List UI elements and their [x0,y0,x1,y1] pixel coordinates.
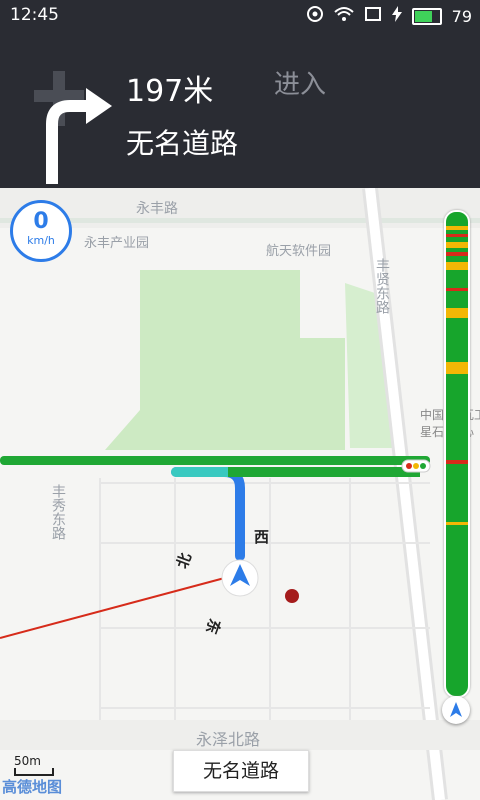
map-canvas [0,188,480,800]
map-scale: 50m [14,754,54,776]
traffic-segment [446,522,468,525]
sim-card-icon [364,6,382,26]
action-label: 进入 [274,70,327,100]
charging-icon [391,6,402,26]
battery-icon [411,7,442,25]
status-bar: 12:45 79 [0,0,480,30]
traffic-segment [446,308,468,318]
navigation-map[interactable]: 永丰路 永丰产业园 航天软件园 丰贤东路 丰秀东路 永泽北路 中国 星石 瓦工 … [0,188,480,800]
poi-label-yongfeng-park: 永丰产业园 [84,236,150,251]
scale-label: 50m [14,754,41,768]
traffic-segment [446,362,468,374]
guidance-panel: 197米 进入 无名道路 [0,30,480,188]
location-icon [306,5,324,27]
traffic-segment [446,226,468,230]
road-label-fengxian: 丰贤东路 [374,258,390,314]
wifi-icon [333,6,354,26]
poi-label-aerospace: 航天软件园 [266,244,332,259]
current-road-button[interactable]: 无名道路 [173,750,309,792]
status-time: 12:45 [10,5,59,25]
battery-level: 79 [451,6,472,26]
road-label-yongze: 永泽北路 [196,730,261,749]
traffic-segment [446,460,468,464]
turn-right-arrow-icon [14,56,118,186]
traffic-progress-bar [444,210,470,698]
road-label-yongfeng: 永丰路 [136,201,178,217]
traffic-segment [446,288,468,291]
traffic-segment [446,262,468,270]
next-road-name: 无名道路 [126,127,239,160]
traffic-segment [446,234,468,237]
compass-west-label: 西 [254,528,270,546]
poi-label-china: 中国 星石 [420,408,445,439]
road-label-fengxiu: 丰秀东路 [50,484,66,540]
traffic-segment [446,242,468,248]
traffic-segment [446,252,468,256]
turn-distance: 197米 [126,74,214,109]
amap-logo: 高德地图 [2,778,63,796]
speedometer: 0 km/h [10,200,72,262]
speed-unit: km/h [27,234,55,247]
speed-value: 0 [33,209,49,234]
scale-bar-icon [14,768,54,776]
progress-car-icon [442,696,470,724]
status-icons: 79 [306,5,472,27]
